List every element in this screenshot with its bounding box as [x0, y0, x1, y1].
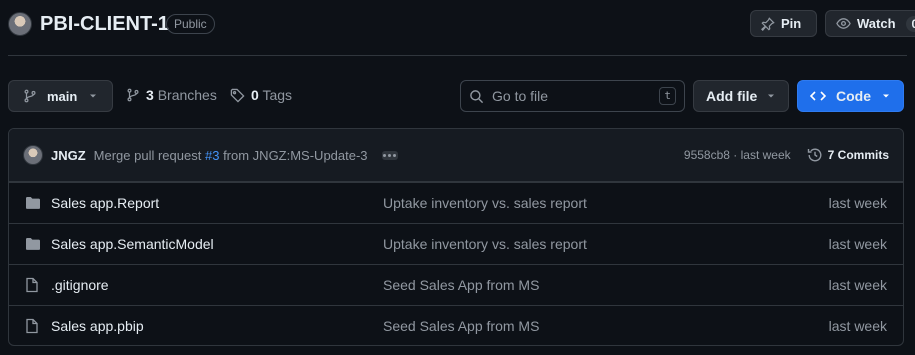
file-commit-message[interactable]: Uptake inventory vs. sales report	[383, 195, 587, 211]
commit-message[interactable]: Merge pull request #3 from JNGZ:MS-Updat…	[94, 148, 368, 163]
go-to-file-input[interactable]: Go to file t	[460, 80, 685, 112]
commit-author[interactable]: JNGZ	[51, 148, 86, 163]
tags-count: 0	[251, 87, 259, 103]
eye-icon	[836, 16, 851, 31]
branch-selector-button[interactable]: main	[8, 80, 113, 112]
current-branch: main	[47, 88, 78, 104]
expand-commit-message-button[interactable]	[381, 150, 398, 160]
commit-author-avatar[interactable]	[23, 145, 43, 165]
file-icon	[25, 318, 39, 334]
file-commit-time: last week	[828, 195, 887, 211]
file-commit-message[interactable]: Seed Sales App from MS	[383, 318, 539, 334]
branches-label: Branches	[157, 87, 217, 103]
pin-button[interactable]: Pin	[750, 10, 817, 37]
latest-commit-bar: JNGZ Merge pull request #3 from JNGZ:MS-…	[9, 129, 903, 182]
watch-label: Watch	[857, 16, 896, 31]
file-commit-time: last week	[828, 277, 887, 293]
watch-count: 0	[905, 15, 915, 32]
commits-history-link[interactable]: 7 Commits	[807, 147, 889, 163]
git-branch-icon	[23, 89, 37, 103]
code-label: Code	[836, 88, 871, 104]
chevron-down-icon	[88, 91, 98, 101]
chevron-down-icon	[881, 91, 891, 101]
file-name[interactable]: Sales app.SemanticModel	[51, 236, 214, 252]
code-icon	[810, 89, 826, 103]
file-commit-message[interactable]: Seed Sales App from MS	[383, 277, 539, 293]
pin-label: Pin	[781, 16, 802, 31]
git-branch-icon	[126, 88, 140, 102]
file-row[interactable]: Sales app.pbip Seed Sales App from MS la…	[9, 305, 903, 345]
file-commit-message[interactable]: Uptake inventory vs. sales report	[383, 236, 587, 252]
file-row[interactable]: Sales app.SemanticModel Uptake inventory…	[9, 223, 903, 264]
add-file-button[interactable]: Add file	[693, 80, 789, 112]
file-row[interactable]: Sales app.Report Uptake inventory vs. sa…	[9, 182, 903, 223]
commit-hash-time[interactable]: 9558cb8 · last week	[684, 148, 791, 162]
keyboard-shortcut-hint: t	[659, 87, 676, 105]
history-icon	[807, 147, 823, 163]
repo-owner-avatar[interactable]	[8, 12, 32, 36]
commit-message-suffix: from JNGZ:MS-Update-3	[223, 147, 368, 163]
code-button[interactable]: Code	[797, 80, 904, 112]
file-name[interactable]: Sales app.pbip	[51, 318, 144, 334]
header-divider	[8, 55, 907, 56]
folder-icon	[25, 196, 41, 210]
file-browser: JNGZ Merge pull request #3 from JNGZ:MS-…	[8, 128, 904, 346]
tags-link[interactable]: 0 Tags	[230, 87, 292, 103]
tags-label: Tags	[262, 87, 293, 103]
file-name[interactable]: .gitignore	[51, 277, 109, 293]
file-row[interactable]: .gitignore Seed Sales App from MS last w…	[9, 264, 903, 305]
watch-button[interactable]: Watch 0	[825, 10, 915, 37]
file-name[interactable]: Sales app.Report	[51, 195, 159, 211]
repo-title[interactable]: PBI-CLIENT-1	[40, 12, 169, 36]
commits-count-label: 7 Commits	[827, 148, 889, 162]
visibility-badge: Public	[166, 14, 215, 34]
search-placeholder: Go to file	[492, 88, 549, 104]
file-commit-time: last week	[828, 236, 887, 252]
add-file-label: Add file	[706, 88, 758, 104]
tag-icon	[230, 88, 245, 103]
file-commit-time: last week	[828, 318, 887, 334]
branches-link[interactable]: 3 Branches	[126, 87, 217, 103]
branches-count: 3	[146, 87, 154, 103]
pin-icon	[761, 16, 775, 31]
file-icon	[25, 277, 39, 293]
folder-icon	[25, 237, 41, 251]
search-icon	[469, 89, 484, 104]
commit-message-prefix: Merge pull request	[93, 147, 202, 163]
pull-request-link[interactable]: #3	[205, 148, 219, 163]
chevron-down-icon	[766, 91, 776, 101]
